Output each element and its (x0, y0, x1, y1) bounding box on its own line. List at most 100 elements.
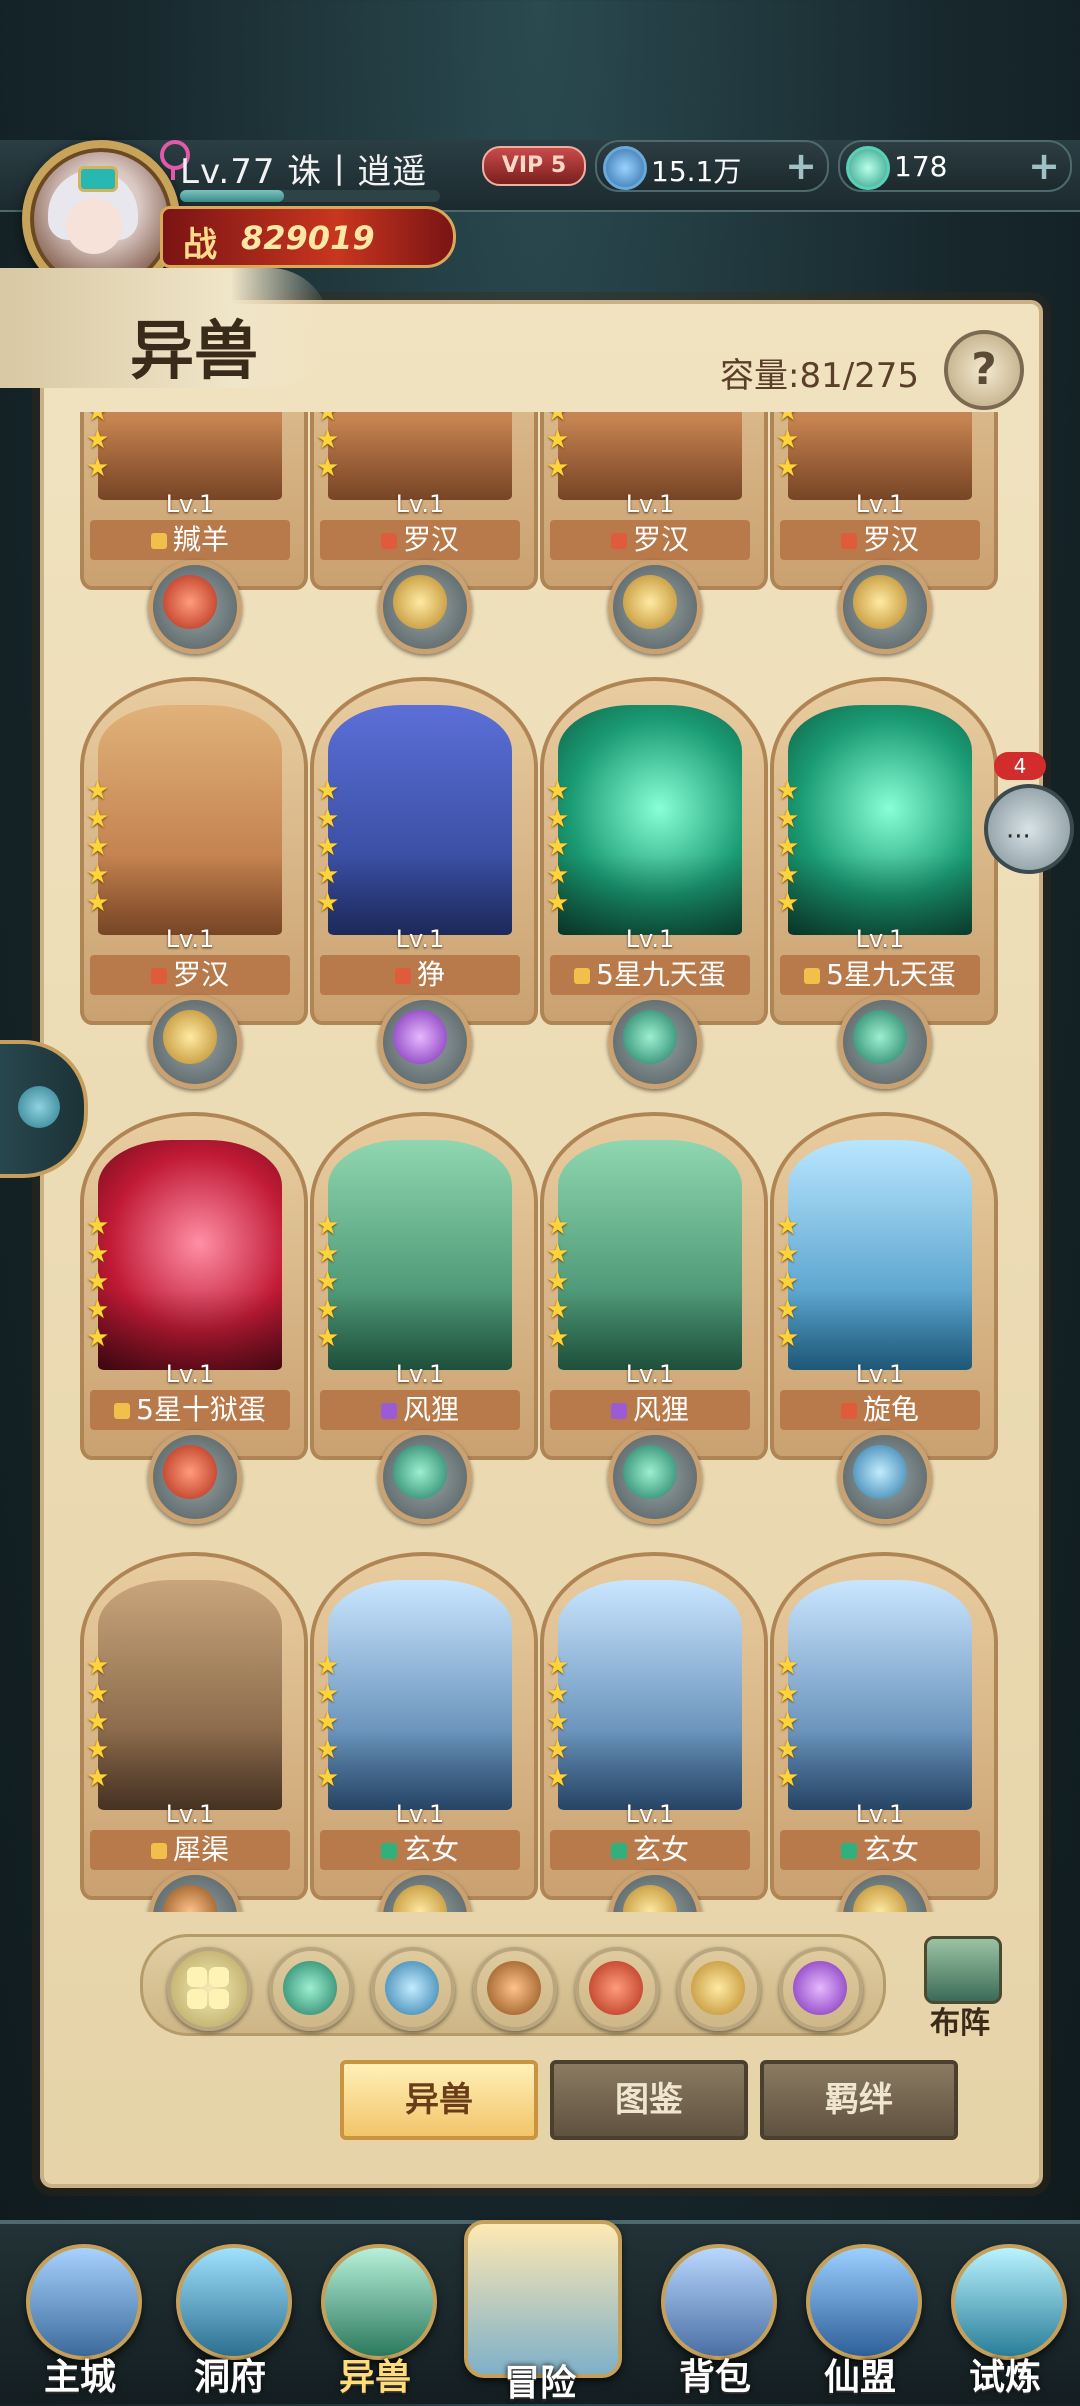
beast-card[interactable]: ★ ★ ★ ★ ★ Lv.1 犀渠 (80, 1552, 308, 1912)
beast-name-plate: 狰 (320, 955, 520, 995)
experience-bar (180, 190, 440, 202)
element-glyph (393, 1445, 447, 1499)
void-element-icon (793, 1961, 847, 2015)
beast-name: 罗汉 (172, 958, 229, 991)
beast-portrait (328, 1140, 512, 1370)
filter-sun-button[interactable] (677, 1947, 761, 2031)
beast-card[interactable]: ★ ★ ★ ★ ★ Lv.1 风狸 (540, 1112, 768, 1524)
star-rating: ★★★★★ (546, 412, 574, 482)
help-button[interactable]: ? (944, 330, 1024, 410)
beast-level: Lv.1 (855, 490, 905, 518)
beast-name-plate: 罗汉 (320, 520, 520, 560)
beast-card[interactable]: ★ ★ ★ ★ ★ Lv.1 5星九天蛋 (770, 677, 998, 1089)
beast-name: 5星九天蛋 (596, 958, 726, 991)
star-icon: ★ (546, 1735, 570, 1765)
star-rating: ★★★★★ (546, 1212, 574, 1352)
vip-badge[interactable]: VIP 5 (482, 146, 586, 186)
beast-card[interactable]: ★ ★ ★ ★ ★ Lv.1 玄女 (540, 1552, 768, 1912)
star-icon: ★ (86, 412, 110, 427)
avatar-face (66, 198, 122, 254)
wind-element-icon (378, 1430, 472, 1524)
formation-button[interactable]: 布阵 (910, 1932, 1010, 2042)
currency-jade[interactable]: 178 + (838, 140, 1072, 192)
nav-label: 主城 (43, 2357, 116, 2398)
beast-name: 旋龟 (862, 1393, 919, 1426)
quality-icon (804, 968, 821, 984)
star-rating: ★★★★★ (776, 777, 804, 917)
nav-guild[interactable]: 仙盟 (790, 2238, 930, 2398)
nav-trial[interactable]: 试炼 (935, 2238, 1075, 2398)
fire-element-icon (148, 1430, 242, 1524)
quality-icon (840, 1843, 857, 1859)
portrait-shade (558, 855, 742, 935)
star-icon: ★ (776, 1679, 800, 1709)
star-icon: ★ (86, 1763, 110, 1793)
beast-grid[interactable]: ★★★★★Lv.1羬羊★★★★★Lv.1罗汉★★★★★Lv.1罗汉★★★★★Lv… (80, 412, 1000, 1912)
portrait-shade (788, 420, 972, 500)
nav-label: 试炼 (968, 2357, 1041, 2398)
beast-card[interactable]: ★ ★ ★ ★ ★ Lv.1 5星九天蛋 (540, 677, 768, 1089)
grid-icon-cell (209, 1967, 229, 1987)
beast-name-plate: 犀渠 (90, 1830, 290, 1870)
beast-name-plate: 风狸 (550, 1390, 750, 1430)
beast-name: 罗汉 (402, 523, 459, 556)
tab-bonds[interactable]: 羁绊 (760, 2060, 958, 2140)
element-filter-row (140, 1934, 886, 2036)
beast-portrait (328, 412, 512, 500)
earth-element-icon (487, 1961, 541, 2015)
combat-power-value: 829019 (241, 219, 375, 257)
filter-fire-button[interactable] (575, 1947, 659, 2031)
star-icon: ★ (86, 1735, 110, 1765)
chat-button[interactable]: ··· (984, 784, 1074, 874)
beast-card[interactable]: ★ ★ ★ ★ ★ Lv.1 风狸 (310, 1112, 538, 1524)
element-glyph (853, 1010, 907, 1064)
beast-card[interactable]: ★★★★★Lv.1罗汉 (540, 412, 768, 654)
beast-card[interactable]: ★★★★★Lv.1罗汉 (80, 677, 308, 1089)
beast-card[interactable]: ★★★★★ Lv.1 羬羊 (80, 412, 308, 654)
beast-card[interactable]: ★ ★ ★ ★ ★ Lv.1 狰 (310, 677, 538, 1089)
star-icon: ★ (86, 1707, 110, 1737)
quality-icon (150, 533, 167, 549)
filter-water-button[interactable] (371, 1947, 455, 2031)
jade-amount: 178 (894, 150, 948, 183)
beast-card[interactable]: ★★★★★Lv.1罗汉 (770, 412, 998, 654)
star-rating: ★★★★★ (86, 1652, 114, 1792)
guild-icon (806, 2244, 922, 2360)
nav-city[interactable]: 主城 (10, 2238, 150, 2398)
filter-wind-button[interactable] (269, 1947, 353, 2031)
beast-card[interactable]: ★ ★ ★ ★ ★ Lv.1 玄女 (310, 1552, 538, 1912)
element-glyph (853, 575, 907, 629)
filter-all-button[interactable] (167, 1947, 251, 2031)
wind-element-icon (608, 995, 702, 1089)
star-icon: ★ (316, 1239, 340, 1269)
beast-level: Lv.1 (395, 925, 445, 953)
add-jade-button[interactable]: + (1028, 144, 1060, 188)
filter-purple-button[interactable] (779, 1947, 863, 2031)
tab-codex[interactable]: 图鉴 (550, 2060, 748, 2140)
star-rating: ★★★★★ (776, 1652, 804, 1792)
element-glyph (163, 1010, 217, 1064)
star-icon: ★ (546, 1763, 570, 1793)
nav-beast[interactable]: 异兽 (305, 2238, 445, 2398)
quality-icon (380, 533, 397, 549)
jade-icon (846, 146, 890, 190)
nav-bag[interactable]: 背包 (645, 2238, 785, 2398)
beast-card[interactable]: ★ ★ ★ ★ ★ Lv.1 玄女 (770, 1552, 998, 1912)
beast-card[interactable]: ★ ★ ★ ★ ★ Lv.1 5星十狱蛋 (80, 1112, 308, 1524)
star-icon: ★ (546, 453, 570, 483)
nav-cave[interactable]: 洞府 (160, 2238, 300, 2398)
quality-icon (840, 1403, 857, 1419)
filter-earth-button[interactable] (473, 1947, 557, 2031)
star-icon: ★ (86, 1679, 110, 1709)
add-spirit-coin-button[interactable]: + (785, 144, 817, 188)
star-rating: ★★★★★ (86, 777, 114, 917)
beast-portrait (328, 705, 512, 935)
beast-card[interactable]: ★ ★ ★ ★ ★ Lv.1 旋龟 (770, 1112, 998, 1524)
beast-portrait (788, 705, 972, 935)
nav-adventure-map[interactable]: 冒险 (450, 2214, 630, 2404)
tab-beasts[interactable]: 异兽 (340, 2060, 538, 2140)
currency-spirit-coin[interactable]: 15.1万 + (595, 140, 829, 192)
star-icon: ★ (316, 1267, 340, 1297)
beast-card[interactable]: ★★★★★Lv.1罗汉 (310, 412, 538, 654)
star-icon: ★ (316, 1707, 340, 1737)
